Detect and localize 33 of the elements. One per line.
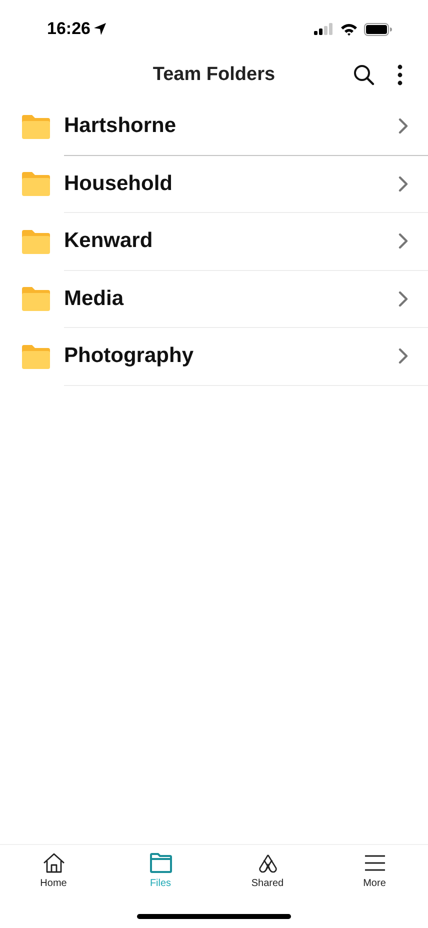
status-time: 16:26 <box>47 19 90 39</box>
folder-row[interactable]: Hartshorne <box>0 98 428 156</box>
page-title: Team Folders <box>152 64 276 86</box>
chevron-right-icon <box>398 118 408 134</box>
folder-row[interactable]: Media <box>0 270 428 328</box>
folder-icon <box>22 344 50 369</box>
chevron-right-icon <box>398 348 408 364</box>
more-options-icon[interactable] <box>397 64 403 86</box>
folder-icon <box>22 287 50 312</box>
location-arrow-icon <box>93 22 108 36</box>
folder-row[interactable]: Photography <box>0 328 428 386</box>
home-icon <box>42 851 66 875</box>
folder-name: Household <box>64 172 172 196</box>
folder-row[interactable]: Kenward <box>0 213 428 270</box>
chevron-right-icon <box>398 233 408 250</box>
battery-icon <box>364 22 392 36</box>
folder-icon <box>22 230 50 254</box>
folder-name: Kenward <box>64 229 153 254</box>
folder-row[interactable]: Household <box>0 156 428 213</box>
folder-icon <box>148 851 172 875</box>
chevron-right-icon <box>398 176 408 192</box>
tab[interactable]: Home <box>0 845 107 901</box>
folder-name: Hartshorne <box>64 114 176 138</box>
wifi-icon <box>340 22 358 36</box>
folder-name: Photography <box>64 344 194 368</box>
folder-icon <box>22 114 50 139</box>
folder-name: Media <box>64 286 124 311</box>
tab[interactable]: Shared <box>214 845 321 901</box>
tab[interactable]: More <box>321 845 428 901</box>
signal-icon <box>314 23 334 35</box>
chevron-right-icon <box>398 290 408 307</box>
folder-icon <box>22 172 50 196</box>
search-icon[interactable] <box>353 64 375 86</box>
